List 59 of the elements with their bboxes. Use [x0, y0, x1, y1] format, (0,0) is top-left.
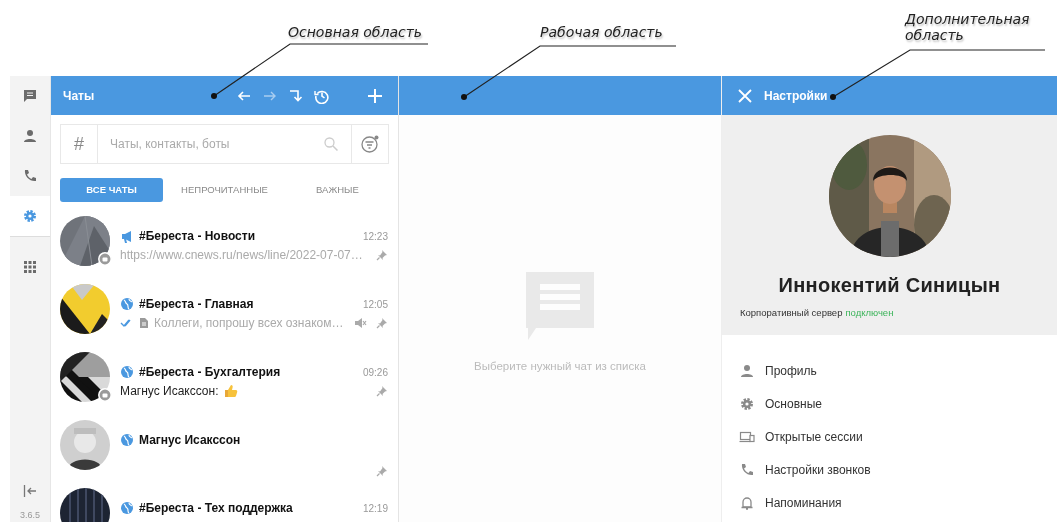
close-icon[interactable]	[738, 88, 752, 103]
settings-menu-item[interactable]: Напоминания	[722, 486, 1057, 519]
search-field[interactable]: # Чаты, контакты, боты	[60, 124, 351, 164]
phone-icon	[739, 461, 755, 478]
settings-menu-item[interactable]: Настройки звонков	[722, 453, 1057, 486]
person-icon	[22, 128, 38, 144]
megaphone-icon	[120, 229, 134, 243]
header-title: Настройки	[764, 88, 828, 103]
chat-item[interactable]: #Береста - Тех поддержка 12:19	[51, 488, 398, 522]
chat-time: 12:05	[362, 298, 388, 310]
collapse-icon	[22, 483, 38, 499]
annotation-label: Основная область	[288, 24, 423, 40]
globe-icon	[120, 501, 134, 515]
chat-item[interactable]: Магнус Исакссон	[51, 420, 398, 488]
chat-name: #Береста - Бухгалтерия	[139, 365, 281, 379]
globe-icon	[120, 365, 134, 379]
add-icon[interactable]	[366, 86, 384, 105]
chat-time: 12:23	[362, 230, 388, 242]
chat-name: #Береста - Тех поддержка	[139, 501, 293, 515]
rail-button[interactable]	[10, 196, 50, 236]
bell-icon	[739, 494, 755, 511]
person-icon	[739, 362, 755, 379]
jump-icon[interactable]	[288, 87, 304, 104]
chat-time: 09:26	[362, 366, 388, 378]
chat-name: #Береста - Новости	[139, 229, 256, 243]
settings-menu-item[interactable]: Профиль	[722, 354, 1057, 387]
gear-icon	[22, 208, 38, 224]
version-label: 3.6.5	[20, 509, 40, 522]
chat-icon	[22, 88, 38, 104]
filter-tab[interactable]: ВАЖНЫЕ	[285, 178, 389, 202]
gear-icon	[739, 395, 755, 412]
globe-icon	[120, 433, 134, 447]
header-title: Чаты	[63, 88, 95, 103]
chat-time: 12:19	[362, 502, 388, 514]
filter-tab[interactable]: НЕПРОЧИТАННЫЕ	[167, 178, 282, 202]
server-status: подключен	[845, 307, 894, 318]
chat-name: #Береста - Главная	[139, 297, 254, 311]
server-label: Корпоративный сервер	[740, 307, 843, 318]
search-input[interactable]: Чаты, контакты, боты	[98, 126, 323, 162]
grid-icon	[22, 259, 38, 275]
phone-icon	[22, 168, 38, 184]
channel-prefix: #	[61, 125, 98, 163]
settings-menu-item[interactable]: Основные	[722, 387, 1057, 420]
globe-icon	[120, 297, 134, 311]
filter-icon	[360, 134, 380, 154]
message-preview: Магнус Исакссон:	[120, 384, 219, 398]
message-preview: Коллеги, попрошу всех ознаком…	[154, 316, 344, 330]
filter-button[interactable]	[351, 124, 389, 164]
chat-item[interactable]: #Береста - Новости 12:23 https://www.cnews.ru/news/line/2022-07-07…	[51, 216, 398, 284]
empty-state-text: Выберите нужный чат из списка	[474, 360, 646, 372]
search-icon	[323, 136, 339, 152]
chat-item[interactable]: #Береста - Главная 12:05 Коллеги, попрошу всех ознаком…	[51, 284, 398, 352]
profile-name: Иннокентий Синицын	[778, 274, 1001, 297]
chat-name: Магнус Исакссон	[139, 433, 241, 447]
chat-item[interactable]: #Береста - Бухгалтерия 09:26 Магнус Исакссон:	[51, 352, 398, 420]
message-preview: https://www.cnews.ru/news/line/2022-07-07…	[120, 248, 363, 262]
annotation-label: Рабочая область	[540, 24, 663, 40]
settings-menu-item[interactable]: Открытые сессии	[722, 420, 1057, 453]
annotation-label: Дополнительная область	[905, 11, 1031, 43]
